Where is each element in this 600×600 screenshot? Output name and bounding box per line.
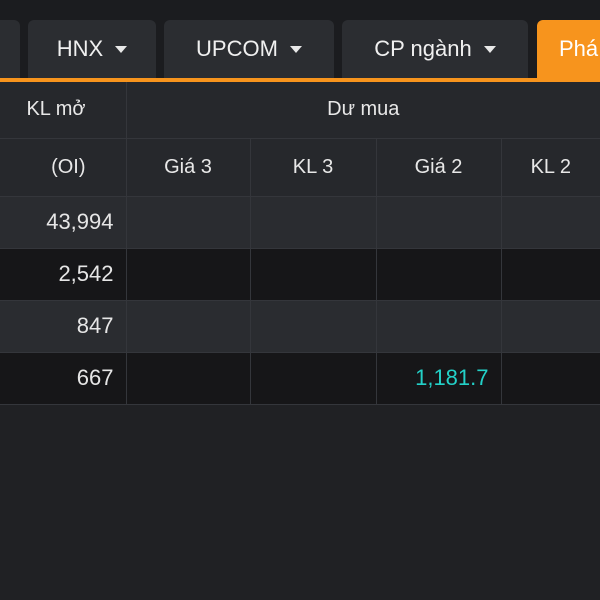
bid-price-3-header[interactable]: Giá 3 xyxy=(126,138,251,197)
exchange-tab-bar: HNX UPCOM CP ngành Phá xyxy=(0,0,600,82)
tab-label: HNX xyxy=(56,36,104,61)
bid-price-2-cell[interactable] xyxy=(376,196,502,249)
open-interest-cell: 2,542 xyxy=(0,248,127,301)
open-interest-cell: 667 xyxy=(0,352,127,405)
table-row[interactable]: 667 1,181.7 xyxy=(0,352,600,405)
tab-label: UPCOM xyxy=(196,36,278,61)
tab-derivatives[interactable]: Phá xyxy=(537,20,600,78)
quote-table: KL mở Dư mua (OI) Giá 3 KL 3 Giá 2 KL 2 … xyxy=(0,82,600,405)
tab-previous[interactable] xyxy=(0,20,20,78)
bid-volume-3-cell[interactable] xyxy=(250,196,377,249)
tab-cp-nganh[interactable]: CP ngành xyxy=(342,20,528,78)
tab-upcom[interactable]: UPCOM xyxy=(164,20,334,78)
bid-volume-3-header[interactable]: KL 3 xyxy=(250,138,377,197)
bid-volume-2-cell[interactable] xyxy=(501,300,600,353)
tab-hnx[interactable]: HNX xyxy=(28,20,156,78)
bid-volume-3-cell[interactable] xyxy=(250,352,377,405)
bid-price-3-cell[interactable] xyxy=(126,248,251,301)
bid-price-2-cell[interactable] xyxy=(376,300,502,353)
chevron-down-icon xyxy=(483,45,496,53)
bid-volume-2-cell[interactable] xyxy=(501,352,600,405)
tab-label: CP ngành xyxy=(374,36,472,61)
open-interest-header[interactable]: KL mở xyxy=(0,82,127,139)
tab-label: Phá xyxy=(559,36,599,61)
chevron-down-icon xyxy=(115,45,128,53)
bid-price-3-cell[interactable] xyxy=(126,352,251,405)
table-row[interactable]: 847 xyxy=(0,300,600,353)
bid-group-header: Dư mua xyxy=(126,82,600,139)
bid-price-3-cell[interactable] xyxy=(126,196,251,249)
chevron-down-icon xyxy=(289,45,302,53)
open-interest-cell: 847 xyxy=(0,300,127,353)
price-board: HNX UPCOM CP ngành Phá KL mở Dư mua (OI)… xyxy=(0,0,600,600)
table-row[interactable]: 43,994 xyxy=(0,196,600,249)
bid-price-2-cell[interactable]: 1,181.7 xyxy=(376,352,502,405)
open-interest-cell: 43,994 xyxy=(0,196,127,249)
bid-volume-3-cell[interactable] xyxy=(250,300,377,353)
bid-volume-2-cell[interactable] xyxy=(501,196,600,249)
bid-price-3-cell[interactable] xyxy=(126,300,251,353)
bid-price-2-header[interactable]: Giá 2 xyxy=(376,138,502,197)
bid-volume-2-cell[interactable] xyxy=(501,248,600,301)
bid-volume-3-cell[interactable] xyxy=(250,248,377,301)
bid-volume-2-header[interactable]: KL 2 xyxy=(501,138,600,197)
table-row[interactable]: 2,542 xyxy=(0,248,600,301)
open-interest-subheader: (OI) xyxy=(0,138,127,197)
bid-price-2-cell[interactable] xyxy=(376,248,502,301)
